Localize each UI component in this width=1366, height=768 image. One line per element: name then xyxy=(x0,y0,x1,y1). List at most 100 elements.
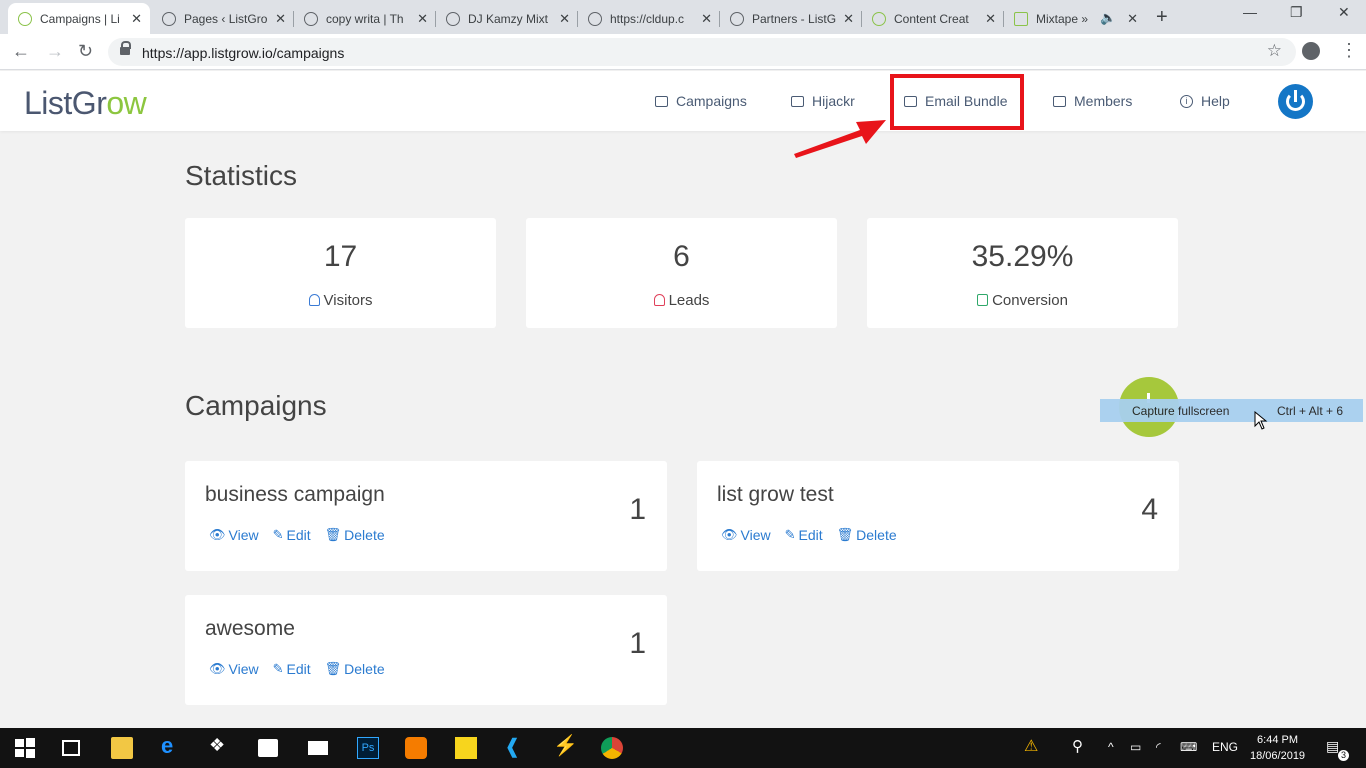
view-link[interactable]: 👁 View xyxy=(721,527,771,543)
browser-menu-icon[interactable]: ⋮ xyxy=(1340,40,1358,61)
minimize-button[interactable]: — xyxy=(1243,4,1257,20)
xampp-icon[interactable] xyxy=(405,737,427,759)
lock-icon xyxy=(120,41,131,57)
delete-link[interactable]: 🗑 Delete xyxy=(325,527,385,543)
nav-campaigns[interactable]: Campaigns xyxy=(655,93,747,109)
edit-link[interactable]: ✎ Edit xyxy=(273,527,311,543)
browser-tab[interactable]: https://cldup.c ✕ xyxy=(578,3,720,34)
bookmark-star-icon[interactable]: ☆ xyxy=(1267,41,1282,61)
url-field[interactable]: https://app.listgrow.io/campaigns ☆ xyxy=(108,38,1296,66)
new-tab-button[interactable]: + xyxy=(1156,6,1168,29)
campaign-card: business campaign 1 👁 View ✎ Edit 🗑 Delete xyxy=(185,461,667,571)
wifi-icon[interactable]: ◜ xyxy=(1156,740,1161,754)
photoshop-icon[interactable]: Ps xyxy=(357,737,379,759)
store-icon[interactable] xyxy=(258,739,278,757)
close-icon[interactable]: ✕ xyxy=(701,11,712,27)
power-icon[interactable] xyxy=(1278,84,1313,119)
chrome-icon[interactable] xyxy=(601,737,623,759)
browser-tab[interactable]: copy writa | Th ✕ xyxy=(294,3,436,34)
edit-link[interactable]: ✎ Edit xyxy=(273,661,311,677)
tooltip-shortcut: Ctrl + Alt + 6 xyxy=(1277,404,1344,418)
forward-button[interactable]: → xyxy=(46,41,64,62)
task-view-icon[interactable] xyxy=(62,740,80,756)
browser-tab[interactable]: Pages ‹ ListGro ✕ xyxy=(152,3,294,34)
keyboard-icon[interactable]: ⌨ xyxy=(1180,740,1197,754)
tab-label: Pages ‹ ListGro xyxy=(184,11,268,26)
browser-tab[interactable]: Mixtape » 🔈 ✕ xyxy=(1004,3,1146,34)
system-clock[interactable]: 6:44 PM 18/06/2019 xyxy=(1250,732,1305,764)
wrench-icon: ✎ xyxy=(272,661,284,676)
trash-icon: 🗑 xyxy=(324,661,342,676)
nav-hijackr[interactable]: Hijackr xyxy=(791,93,855,109)
users-icon xyxy=(308,294,320,306)
dropbox-icon[interactable]: ❖ xyxy=(209,735,231,757)
close-window-button[interactable]: ✕ xyxy=(1338,4,1350,21)
edit-link[interactable]: ✎ Edit xyxy=(785,527,823,543)
tab-label: https://cldup.c xyxy=(610,11,685,26)
edge-browser-icon[interactable]: e xyxy=(161,733,183,758)
campaign-name: business campaign xyxy=(205,483,385,506)
globe-icon xyxy=(730,11,744,26)
close-icon[interactable]: ✕ xyxy=(131,11,142,27)
stat-value: 17 xyxy=(323,240,358,273)
nav-help[interactable]: i Help xyxy=(1180,93,1230,109)
reload-button[interactable]: ↻ xyxy=(78,41,93,62)
warning-icon[interactable]: ⚠ xyxy=(1024,736,1038,756)
close-icon[interactable]: ✕ xyxy=(985,11,996,27)
back-button[interactable]: ← xyxy=(12,41,30,62)
eye-icon: 👁 xyxy=(209,661,226,676)
notification-count-badge: 3 xyxy=(1338,750,1349,761)
close-icon[interactable]: ✕ xyxy=(843,11,854,27)
vscode-icon[interactable]: ❰ xyxy=(504,734,526,758)
chevron-up-icon[interactable]: ^ xyxy=(1108,740,1114,754)
campaign-count: 1 xyxy=(629,627,646,660)
battery-icon[interactable]: ▭ xyxy=(1130,740,1141,754)
account-icon[interactable] xyxy=(1302,42,1320,60)
capture-tooltip: Capture fullscreen Ctrl + Alt + 6 xyxy=(1100,399,1363,422)
delete-link[interactable]: 🗑 Delete xyxy=(325,661,385,677)
listgrow-logo[interactable]: ListGrow xyxy=(24,85,147,122)
delete-link[interactable]: 🗑 Delete xyxy=(837,527,897,543)
globe-icon xyxy=(304,11,318,26)
tooltip-label: Capture fullscreen xyxy=(1132,404,1230,418)
tab-label: Partners - ListG xyxy=(752,11,837,26)
url-text: https://app.listgrow.io/campaigns xyxy=(142,45,345,61)
campaign-name: list grow test xyxy=(717,483,834,506)
view-link[interactable]: 👁 View xyxy=(209,527,259,543)
browser-tab-bar: Campaigns | Li ✕ Pages ‹ ListGro ✕ copy … xyxy=(0,0,1366,34)
close-icon[interactable]: ✕ xyxy=(417,11,428,27)
restore-button[interactable]: ❐ xyxy=(1290,4,1303,21)
nav-members[interactable]: Members xyxy=(1053,93,1132,109)
user-icon xyxy=(653,294,665,306)
close-icon[interactable]: ✕ xyxy=(1127,11,1138,27)
browser-tab[interactable]: Partners - ListG ✕ xyxy=(720,3,862,34)
annotation-highlight-box xyxy=(890,74,1024,130)
close-icon[interactable]: ✕ xyxy=(559,11,570,27)
speaker-icon[interactable]: 🔈 xyxy=(1100,10,1116,26)
view-link[interactable]: 👁 View xyxy=(209,661,259,677)
browser-tab[interactable]: Campaigns | Li ✕ xyxy=(8,3,150,34)
clock-date: 18/06/2019 xyxy=(1250,750,1306,762)
language-indicator[interactable]: ENG xyxy=(1212,740,1238,754)
close-icon[interactable]: ✕ xyxy=(275,11,286,27)
lightning-app-icon[interactable]: ⚡ xyxy=(553,733,578,757)
file-explorer-icon[interactable] xyxy=(111,737,133,759)
listgrow-favicon xyxy=(18,11,32,26)
sticky-notes-icon[interactable] xyxy=(455,737,477,759)
campaign-actions: 👁 View ✎ Edit 🗑 Delete xyxy=(209,527,399,543)
stat-value: 35.29% xyxy=(971,240,1074,273)
tab-label: DJ Kamzy Mixt xyxy=(468,11,549,26)
browser-tab[interactable]: Content Creat ✕ xyxy=(862,3,1004,34)
people-icon[interactable]: ⚲ xyxy=(1072,737,1083,755)
browser-tab[interactable]: DJ Kamzy Mixt ✕ xyxy=(436,3,578,34)
campaign-count: 4 xyxy=(1141,493,1158,526)
globe-icon xyxy=(588,11,602,26)
globe-icon xyxy=(446,11,460,26)
tab-label: Campaigns | Li xyxy=(40,11,120,26)
mail-icon[interactable] xyxy=(308,741,328,755)
statistics-title: Statistics xyxy=(185,160,298,191)
windows-start-icon[interactable] xyxy=(14,737,36,759)
notification-center-icon[interactable]: ▤ xyxy=(1326,738,1339,755)
stat-card-conversion: 35.29% Conversion xyxy=(867,218,1178,328)
mixtape-favicon xyxy=(1014,11,1028,26)
